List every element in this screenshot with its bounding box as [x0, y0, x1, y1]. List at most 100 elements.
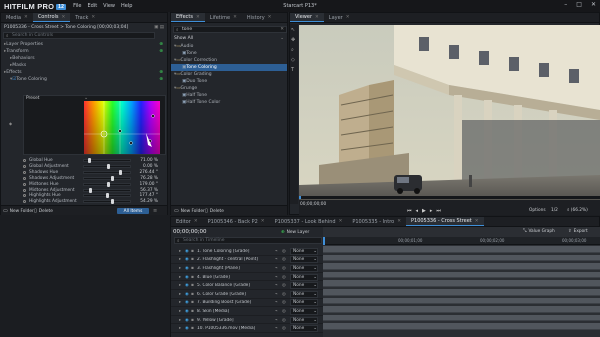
track-bar[interactable]: [323, 314, 600, 322]
close-icon[interactable]: ✕: [268, 15, 272, 20]
keyframe-toggle[interactable]: [23, 200, 26, 204]
track-bar[interactable]: [323, 246, 600, 253]
blend-mode-select[interactable]: None ⌄: [290, 247, 318, 255]
viewer-scrubber[interactable]: [299, 196, 600, 199]
effect-item[interactable]: ▣ Duo Tone: [171, 78, 287, 85]
clear-icon[interactable]: ✕: [280, 27, 284, 32]
tab-layer[interactable]: Layer ✕: [324, 13, 355, 22]
close-icon[interactable]: ✕: [339, 219, 343, 224]
controls-row[interactable]: ▸ Transform ⊕: [1, 48, 167, 55]
effect-item[interactable]: ▣ Tone Coloring: [171, 64, 287, 71]
track-bar[interactable]: [323, 271, 600, 279]
close-icon[interactable]: ✕: [346, 15, 350, 20]
add-icon[interactable]: ⊕: [159, 42, 163, 47]
blend-mode-select[interactable]: None ⌄: [290, 264, 318, 272]
param-slider[interactable]: [83, 193, 131, 199]
minimize-icon[interactable]: –: [564, 1, 567, 8]
tab-controls[interactable]: Controls ✕: [32, 13, 71, 22]
parent-icon[interactable]: ◎: [282, 318, 290, 323]
param-value[interactable]: 0.00 %: [136, 164, 158, 169]
blend-mode-select[interactable]: None ⌄: [290, 307, 318, 315]
slider-knob[interactable]: [87, 158, 91, 163]
controls-row[interactable]: ▸ Behaviors: [1, 55, 167, 62]
track-bar[interactable]: [323, 289, 600, 296]
link-icon[interactable]: ⌁: [275, 275, 282, 280]
slider-knob[interactable]: [111, 199, 114, 205]
tab-media[interactable]: Media ✕: [1, 13, 33, 22]
close-icon[interactable]: ✕: [315, 15, 319, 20]
close-icon[interactable]: ✕: [62, 15, 66, 20]
tab-p1005346-back-p2[interactable]: P1005346 - Back P2 ✕: [203, 217, 270, 226]
play-icon[interactable]: ▶: [422, 208, 426, 214]
tone-curve-editor[interactable]: Preset ⌄: [23, 95, 166, 155]
parent-icon[interactable]: ◎: [282, 266, 290, 271]
add-icon[interactable]: ⊕: [159, 70, 163, 75]
param-value[interactable]: 179.00 °: [136, 182, 158, 187]
select-tool-icon[interactable]: ↖: [291, 27, 295, 33]
controls-row[interactable]: ▸ Layer Properties ⊕: [1, 41, 167, 48]
link-icon[interactable]: ⌁: [275, 283, 282, 288]
delete-button[interactable]: ▯ Delete: [205, 208, 224, 214]
param-value[interactable]: 177.47 °: [136, 193, 158, 198]
skip-start-icon[interactable]: ⏮: [407, 208, 412, 214]
tab-track[interactable]: Track ✕: [70, 13, 100, 22]
effect-category[interactable]: ▾ ▭ Grunge: [171, 85, 287, 92]
tab-viewer[interactable]: Viewer ✕: [290, 13, 324, 22]
tab-p1005337-look-behind[interactable]: P1005337 - Look Behind ✕: [270, 217, 348, 226]
value-graph-button[interactable]: ⤡ Value Graph: [523, 228, 555, 234]
add-icon[interactable]: ⊕: [159, 77, 163, 82]
param-slider[interactable]: [83, 169, 131, 175]
tab-p1005336-cross-street[interactable]: P1005336 - Cross Street ✕: [406, 217, 484, 226]
track-bar[interactable]: [323, 280, 600, 287]
tab-history[interactable]: History ✕: [242, 13, 277, 22]
link-icon[interactable]: ⌁: [275, 309, 282, 314]
slider-knob[interactable]: [106, 193, 110, 199]
param-value[interactable]: 71.00 %: [136, 158, 158, 163]
layer-row[interactable]: ▸ ◉ ▪ 6. Color Grade [Grade] ⌁ ◎ None ⌄: [171, 290, 323, 299]
step-forward-icon[interactable]: ▸: [430, 208, 433, 214]
keyframe-toggle[interactable]: [23, 159, 26, 162]
step-back-icon[interactable]: ◂: [416, 208, 419, 214]
slider-knob[interactable]: [111, 175, 114, 181]
keyframe-toggle[interactable]: [23, 170, 26, 174]
track-bar[interactable]: [323, 297, 600, 305]
playhead[interactable]: [323, 237, 325, 245]
menu-file[interactable]: File: [73, 3, 81, 9]
controls-row[interactable]: ▸ Masks: [1, 62, 167, 69]
param-value[interactable]: 56.37 %: [136, 188, 158, 193]
effect-category[interactable]: ▾ ▭ Audio: [171, 43, 287, 50]
link-icon[interactable]: ⌁: [275, 326, 282, 331]
add-icon[interactable]: ⊕: [159, 49, 163, 54]
options-dropdown[interactable]: Options: [529, 208, 546, 213]
blend-mode-select[interactable]: None ⌄: [290, 273, 318, 281]
preset-dropdown[interactable]: Preset: [26, 96, 39, 101]
text-tool-icon[interactable]: T: [291, 67, 294, 73]
menu-edit[interactable]: Edit: [87, 3, 97, 9]
param-slider[interactable]: [83, 163, 131, 169]
effect-item[interactable]: ▣ Tone: [171, 50, 287, 57]
parent-icon[interactable]: ◎: [282, 292, 290, 297]
close-icon[interactable]: ✕: [233, 15, 237, 20]
keyframe-toggle[interactable]: [23, 176, 26, 180]
param-slider[interactable]: [83, 199, 131, 205]
link-icon[interactable]: ⌁: [275, 249, 282, 254]
link-icon[interactable]: ⌁: [275, 292, 282, 297]
layer-row[interactable]: ▸ ◉ ▪ 7. Building Boost [Grade] ⌁ ◎ None ⌄: [171, 299, 323, 308]
close-icon[interactable]: ✕: [24, 15, 28, 20]
controls-row[interactable]: ▸ Effects ⊕: [1, 69, 167, 76]
parent-icon[interactable]: ◎: [282, 283, 290, 288]
effect-category[interactable]: ▾ ▭ Color Correction: [171, 57, 287, 64]
param-slider[interactable]: [83, 187, 131, 193]
close-icon[interactable]: ✕: [591, 1, 596, 8]
controls-search-input[interactable]: ⌕ Search in Controls: [3, 32, 155, 39]
layer-row[interactable]: ▸ ◉ ▪ 3. Flashlight [Plane] ⌁ ◎ None ⌄: [171, 264, 323, 273]
param-value[interactable]: 276.44 °: [136, 170, 158, 175]
close-icon[interactable]: ✕: [261, 219, 265, 224]
param-slider[interactable]: [83, 181, 131, 187]
layer-row[interactable]: ▸ ◉ ▪ 2. Flashlight - central [Point] ⌁ ◎ None…: [171, 256, 323, 265]
close-icon[interactable]: ✕: [91, 15, 95, 20]
show-all-dropdown[interactable]: Show All ⌄: [171, 35, 287, 42]
tab-editor[interactable]: Editor ✕: [171, 217, 203, 226]
track-bar[interactable]: [323, 254, 600, 262]
link-icon[interactable]: ⌁: [275, 257, 282, 262]
